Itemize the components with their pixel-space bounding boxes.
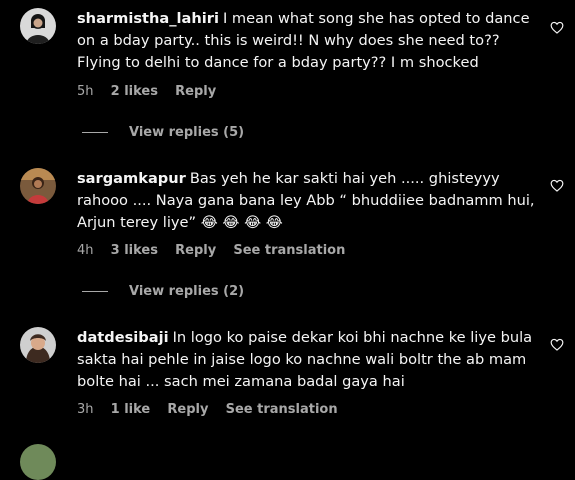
heart-outline-icon[interactable] [550, 338, 564, 351]
reply-button[interactable]: Reply [175, 84, 216, 99]
comment-likes[interactable]: 2 likes [111, 84, 158, 99]
comment-meta: 5h 2 likes Reply [77, 84, 229, 99]
comment-meta: 4h 3 likes Reply See translation [77, 243, 358, 258]
comment-time: 5h [77, 84, 94, 99]
comment-meta: 3h 1 like Reply See translation [77, 402, 351, 417]
comment-time: 3h [77, 402, 94, 417]
heart-outline-icon[interactable] [550, 179, 564, 192]
reply-button[interactable]: Reply [167, 402, 208, 417]
reply-button[interactable]: Reply [175, 243, 216, 258]
divider-line [82, 291, 108, 292]
see-translation-button[interactable]: See translation [226, 402, 338, 417]
view-replies-button[interactable]: View replies (5) [82, 125, 244, 140]
avatar[interactable] [20, 327, 56, 363]
comment-likes[interactable]: 3 likes [111, 243, 158, 258]
comment-likes[interactable]: 1 like [111, 402, 151, 417]
comment-body: datdesibaji In logo ko paise dekar koi bh… [77, 327, 547, 393]
heart-outline-icon[interactable] [550, 21, 564, 34]
avatar[interactable] [20, 8, 56, 44]
comment-username[interactable]: datdesibaji [77, 329, 169, 346]
avatar[interactable] [20, 444, 56, 480]
view-replies-button[interactable]: View replies (2) [82, 284, 244, 299]
avatar[interactable] [20, 168, 56, 204]
see-translation-button[interactable]: See translation [233, 243, 345, 258]
comment-body: sargamkapur Bas yeh he kar sakti hai yeh … [77, 168, 547, 234]
comment-time: 4h [77, 243, 94, 258]
view-replies-label: View replies (2) [129, 284, 245, 299]
comment-username[interactable]: sharmistha_lahiri [77, 10, 219, 27]
comment-body: sharmistha_lahiri I mean what song she ha… [77, 8, 547, 74]
divider-line [82, 132, 108, 133]
comment-username[interactable]: sargamkapur [77, 170, 186, 187]
view-replies-label: View replies (5) [129, 125, 245, 140]
